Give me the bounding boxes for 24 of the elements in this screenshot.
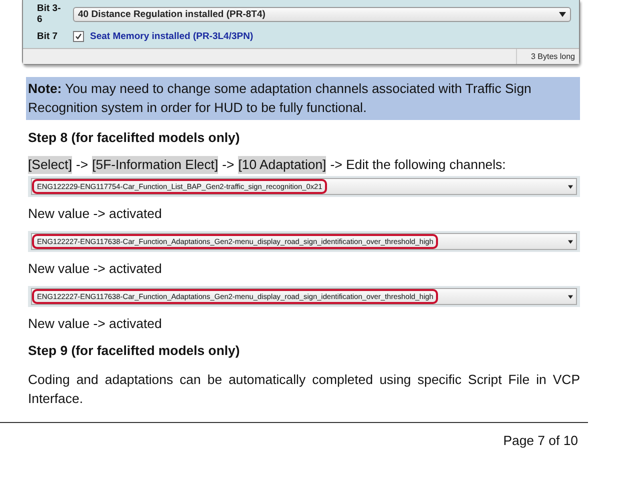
status-text: 3 Bytes long (516, 49, 579, 64)
value-text: New value -> activated (28, 260, 163, 278)
caret-icon (568, 184, 573, 188)
paragraph-text: Coding and adaptations can be automatically completed using specific Script File in VCP Interface. (28, 371, 580, 408)
step-heading: Step 8 (for facelifted models only) (28, 129, 241, 147)
option-dropdown[interactable]: 40 Distance Regulation installed (PR-8T4) (73, 6, 571, 22)
instruction-text: -> Edit the following channels: (330, 156, 506, 174)
instruction-text: -> (76, 156, 88, 174)
menu-path-label: [Select] (28, 156, 72, 174)
menu-path-label: [5F-Information Elect] (92, 156, 218, 174)
step-heading: Step 9 (for facelifted models only) (28, 342, 241, 360)
caret-icon (568, 240, 573, 244)
bit-label: Bit 7 (37, 31, 59, 42)
caret-icon (568, 294, 573, 298)
value-text: New value -> activated (28, 205, 163, 223)
option-label: Seat Memory installed (PR-3L4/3PN) (90, 31, 254, 42)
note-text: Note: You may need to change some adaptation channels associated with Traffic Sign Recognition system in order for HUD to be fully functional. (26, 77, 580, 120)
bit-label: Bit 3-6 (37, 3, 62, 25)
value-text: New value -> activated (28, 315, 163, 333)
instruction-text: -> (222, 156, 234, 174)
checkbox[interactable] (73, 31, 84, 42)
menu-path-label: [10 Adaptation] (238, 156, 326, 174)
page-number: Page 7 of 10 (503, 433, 578, 448)
caret-icon (559, 12, 566, 16)
